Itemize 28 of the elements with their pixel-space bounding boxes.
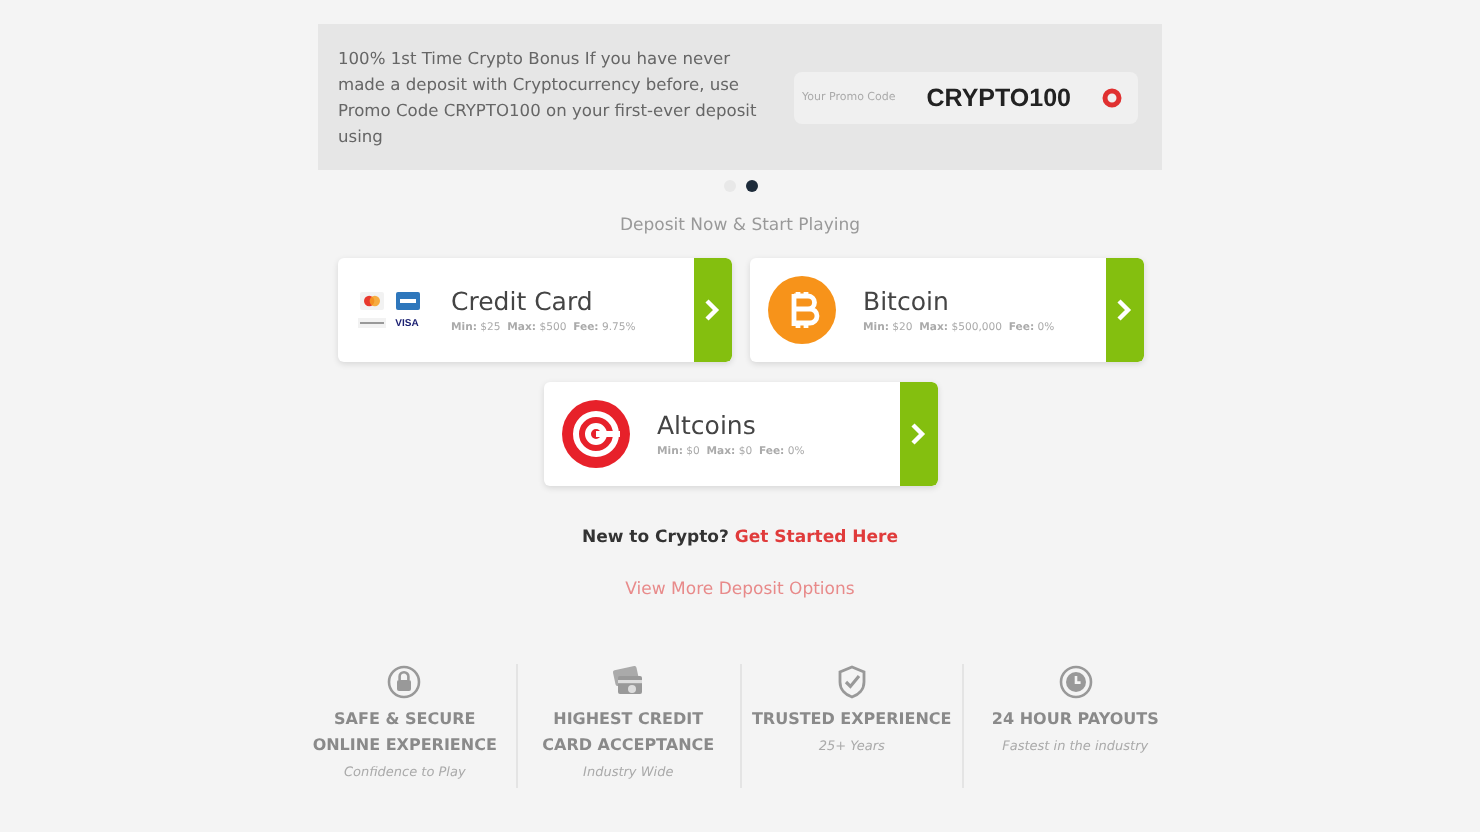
- lock-icon: [386, 664, 423, 700]
- promo-code: CRYPTO100: [924, 83, 1074, 111]
- new-to-crypto-text: New to Crypto?: [581, 528, 729, 548]
- chevron-icon: [704, 298, 720, 322]
- arrow-button[interactable]: [693, 258, 731, 362]
- arrow-button[interactable]: [899, 382, 937, 486]
- method-name: Credit Card: [451, 286, 595, 316]
- mastercard-icon: [359, 291, 383, 309]
- method-name: Altcoins: [657, 410, 758, 440]
- slider-dot[interactable]: [745, 180, 757, 192]
- amex-icon: [395, 291, 419, 309]
- chevron-icon: [1116, 298, 1132, 322]
- credit-card-icon: [610, 664, 647, 700]
- feature-title: SAFE & SECURE ONLINE EXPERIENCE: [310, 708, 499, 758]
- feature-title: 24 HOUR PAYOUTS: [989, 708, 1161, 732]
- ring-icon: [1102, 87, 1122, 107]
- section-heading: Deposit Now & Start Playing: [619, 216, 861, 236]
- arrow-button[interactable]: [1105, 258, 1143, 362]
- clock-icon: [1057, 664, 1094, 700]
- shield-check-icon: [833, 664, 870, 700]
- get-started-link[interactable]: Get Started Here: [734, 528, 899, 548]
- promo-text: 100% 1st Time Crypto Bonus If you have never made a deposit with Cryptocurrency before, use Promo Code CRYPTO100 on your first-ever deposit using: [338, 45, 759, 149]
- feature-title: HIGHEST CREDIT CARD ACCEPTANCE: [540, 708, 717, 758]
- feature-title: TRUSTED EXPERIENCE: [751, 708, 952, 732]
- method-name: Bitcoin: [863, 286, 951, 316]
- bitcoin-icon: [767, 276, 835, 344]
- chevron-icon: [910, 422, 926, 446]
- altcoin-icon: [561, 400, 629, 468]
